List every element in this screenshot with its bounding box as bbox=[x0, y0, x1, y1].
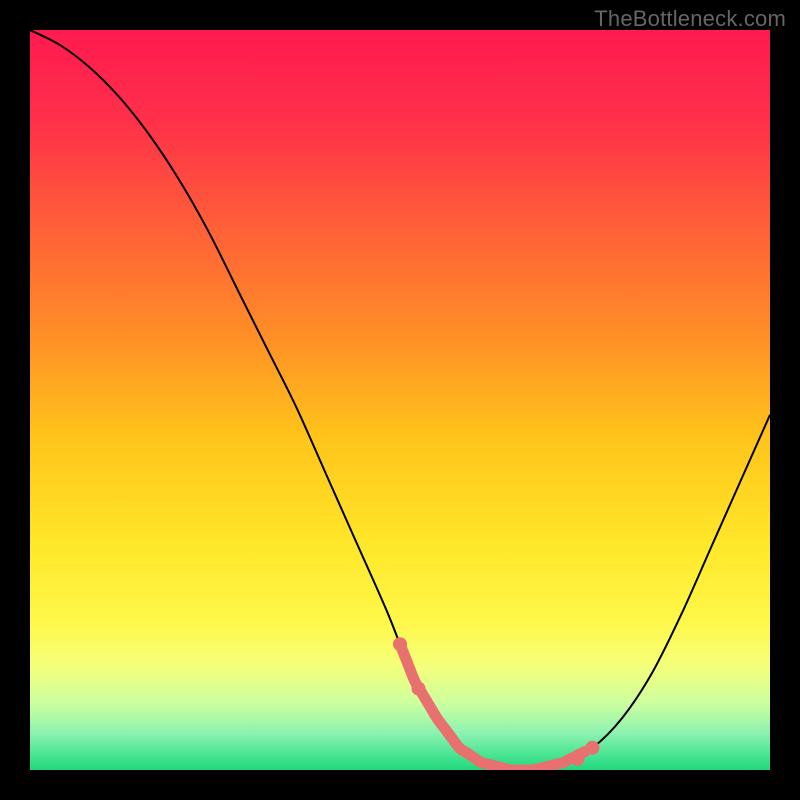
highlight-dot bbox=[412, 682, 426, 696]
highlight-dot bbox=[393, 637, 407, 651]
chart-container: TheBottleneck.com bbox=[0, 0, 800, 800]
highlight-dot bbox=[585, 741, 599, 755]
highlight-dot bbox=[571, 752, 585, 766]
chart-svg bbox=[30, 30, 770, 770]
watermark-text: TheBottleneck.com bbox=[594, 6, 786, 32]
chart-plot-area bbox=[30, 30, 770, 770]
